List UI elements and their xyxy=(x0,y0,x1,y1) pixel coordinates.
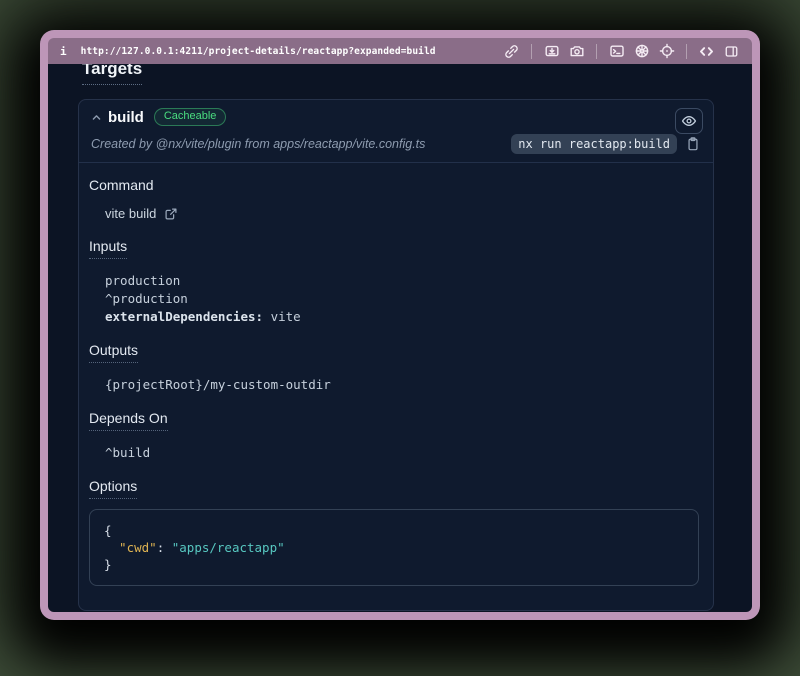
targets-heading[interactable]: Targets xyxy=(82,64,142,85)
panel-right-icon[interactable] xyxy=(723,43,740,60)
depends-on-section-heading[interactable]: Depends On xyxy=(89,410,168,431)
toolbar-divider xyxy=(531,44,532,59)
json-open-brace: { xyxy=(104,522,684,539)
run-command-chip: nx run reactapp:build xyxy=(511,134,677,154)
code-icon[interactable] xyxy=(698,43,715,60)
inputs-section-heading[interactable]: Inputs xyxy=(89,238,127,259)
camera-icon[interactable] xyxy=(568,43,585,60)
chevron-up-icon[interactable] xyxy=(89,110,103,124)
browser-window: i http://127.0.0.1:4211/project-details/… xyxy=(40,30,760,620)
link-icon[interactable] xyxy=(503,43,520,60)
copy-icon[interactable] xyxy=(685,135,701,153)
created-by-text: Created by @nx/vite/plugin from apps/rea… xyxy=(91,137,425,151)
terminal-icon[interactable] xyxy=(608,43,625,60)
depends-on-item: ^build xyxy=(105,444,701,462)
toolbar-divider xyxy=(686,44,687,59)
info-icon: i xyxy=(60,45,67,58)
options-json-block: { "cwd": "apps/reactapp" } xyxy=(89,509,699,586)
browser-toolbar: i http://127.0.0.1:4211/project-details/… xyxy=(48,38,752,64)
json-separator: : xyxy=(157,540,172,555)
external-deps-key: externalDependencies: xyxy=(105,309,263,324)
project-details-page: Targets build Cacheable xyxy=(48,64,752,612)
toolbar-divider xyxy=(596,44,597,59)
build-card-header: build Cacheable Created by @nx/vite/plug… xyxy=(79,100,713,163)
external-link-icon[interactable] xyxy=(164,207,178,221)
command-value: vite build xyxy=(105,206,156,222)
input-item: ^production xyxy=(105,290,701,308)
globe-icon[interactable] xyxy=(633,43,650,60)
input-item-external-deps: externalDependencies: vite xyxy=(105,308,701,326)
target-name-build: build xyxy=(108,109,144,126)
command-section-heading: Command xyxy=(89,177,701,193)
build-card-body: Command vite build Inputs production ^pr… xyxy=(79,163,713,610)
json-key: "cwd" xyxy=(119,540,157,555)
toolbar-actions xyxy=(503,43,740,60)
external-deps-value: vite xyxy=(271,309,301,324)
output-item: {projectRoot}/my-custom-outdir xyxy=(105,376,701,394)
input-item: production xyxy=(105,272,701,290)
address-bar[interactable]: http://127.0.0.1:4211/project-details/re… xyxy=(81,46,436,57)
target-icon[interactable] xyxy=(658,43,675,60)
json-close-brace: } xyxy=(104,556,684,573)
download-icon[interactable] xyxy=(543,43,560,60)
options-section-heading[interactable]: Options xyxy=(89,478,137,499)
target-card-build: build Cacheable Created by @nx/vite/plug… xyxy=(78,99,714,611)
eye-button[interactable] xyxy=(675,108,703,134)
cacheable-badge: Cacheable xyxy=(154,108,227,126)
outputs-section-heading[interactable]: Outputs xyxy=(89,342,138,363)
json-value: "apps/reactapp" xyxy=(172,540,285,555)
json-cwd-line: "cwd": "apps/reactapp" xyxy=(104,539,684,556)
